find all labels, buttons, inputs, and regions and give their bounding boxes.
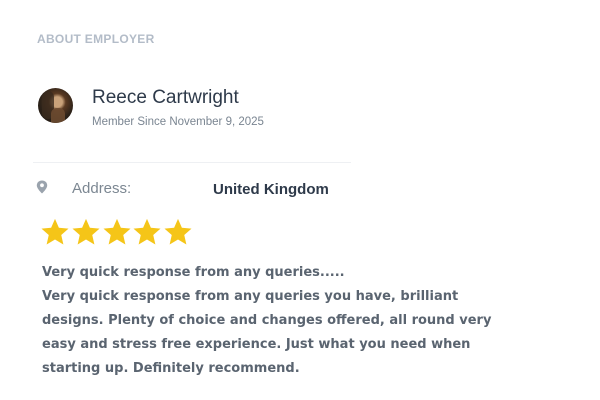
- review-title: Very quick response from any queries....…: [42, 265, 345, 280]
- avatar: [38, 88, 73, 123]
- member-since: Member Since November 9, 2025: [92, 116, 264, 128]
- section-title: About Employer: [37, 32, 155, 46]
- star-icon: [41, 218, 69, 245]
- address-label: Address:: [72, 180, 132, 197]
- star-icon: [103, 218, 131, 245]
- employer-name[interactable]: Reece Cartwright: [92, 87, 239, 109]
- star-rating: [40, 216, 194, 250]
- star-icon: [72, 218, 100, 245]
- address-value: United Kingdom: [213, 181, 329, 198]
- review: Very quick response from any queries....…: [42, 261, 512, 381]
- star-icon: [164, 218, 192, 245]
- review-body: Very quick response from any queries you…: [42, 289, 492, 376]
- divider: [33, 162, 351, 163]
- map-pin-icon: [36, 180, 48, 194]
- star-icon: [133, 218, 161, 245]
